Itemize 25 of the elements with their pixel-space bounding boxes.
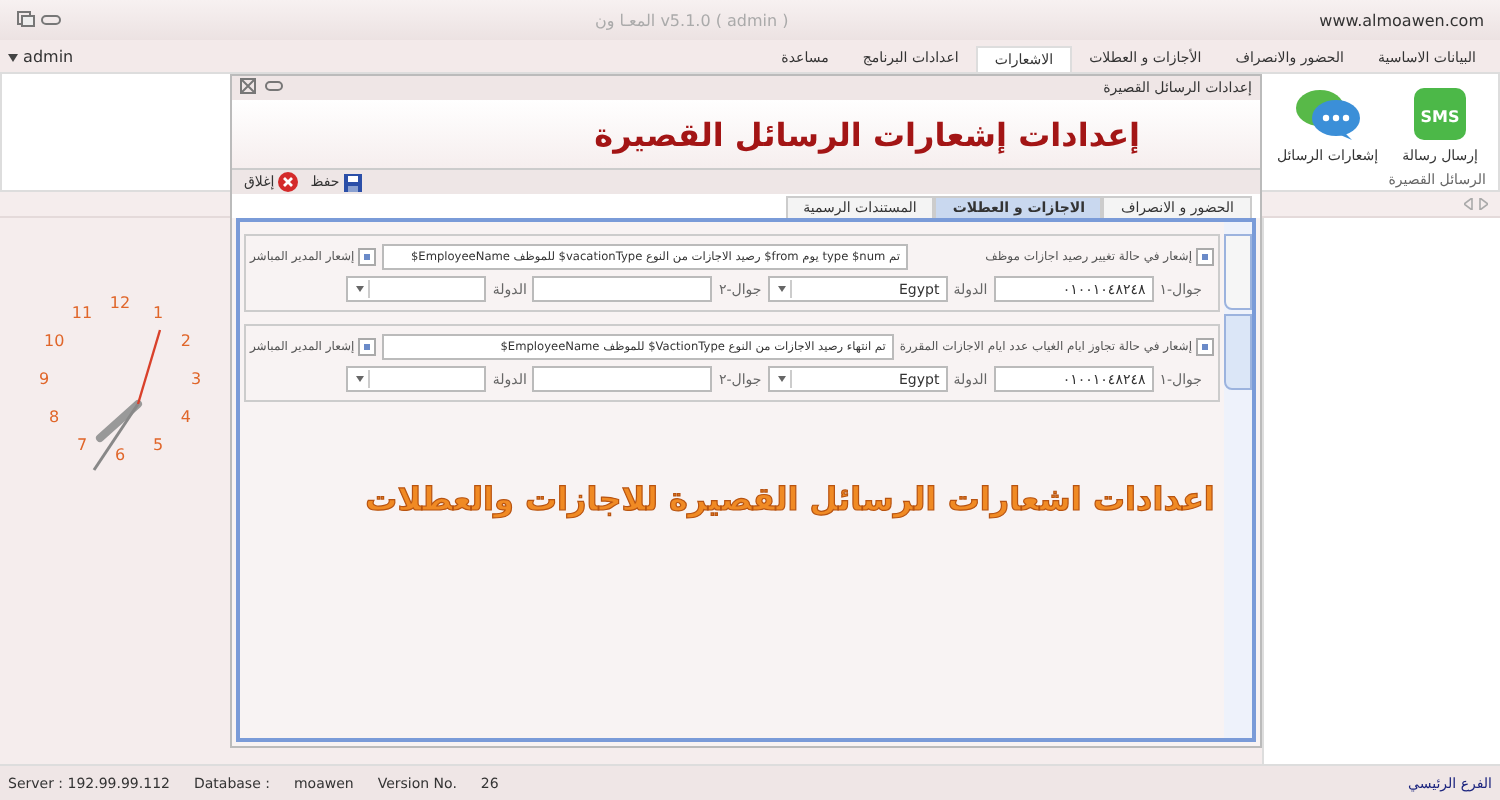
phone-field[interactable]	[532, 276, 713, 302]
dropdown-caret-icon	[775, 370, 792, 388]
window-controls-icon[interactable]	[16, 9, 64, 31]
checkbox[interactable]	[1196, 248, 1214, 266]
dialog-heading: إعدادات إشعارات الرسائل القصيرة	[594, 115, 1140, 153]
side-tab[interactable]	[1224, 314, 1252, 390]
scroll-arrows-icon[interactable]	[1464, 198, 1488, 210]
dropdown-caret-icon	[354, 280, 371, 298]
window-title: المعـا ون v5.1.0 ( admin )	[594, 11, 789, 29]
caret-icon	[8, 53, 18, 61]
caption-heading: اعدادات اشعارات الرسائل القصيرة للاجازات والعطلات	[363, 480, 1217, 518]
checkbox[interactable]	[1196, 338, 1214, 356]
dropdown-caret-icon	[775, 280, 792, 298]
checkbox[interactable]	[358, 248, 377, 266]
chat-bubbles-icon	[1293, 86, 1362, 142]
window-controls-icon[interactable]	[240, 78, 284, 98]
country-select[interactable]	[346, 276, 487, 302]
website-text: www.almoawen.com	[1319, 11, 1484, 29]
user-menu[interactable]: admin	[8, 47, 74, 65]
side-tab[interactable]	[1224, 234, 1252, 310]
checkbox[interactable]	[358, 338, 377, 356]
dropdown-caret-icon	[354, 370, 371, 388]
sms-icon: SMS	[1412, 86, 1469, 142]
phone-field[interactable]	[532, 366, 713, 392]
country-select[interactable]	[346, 366, 487, 392]
